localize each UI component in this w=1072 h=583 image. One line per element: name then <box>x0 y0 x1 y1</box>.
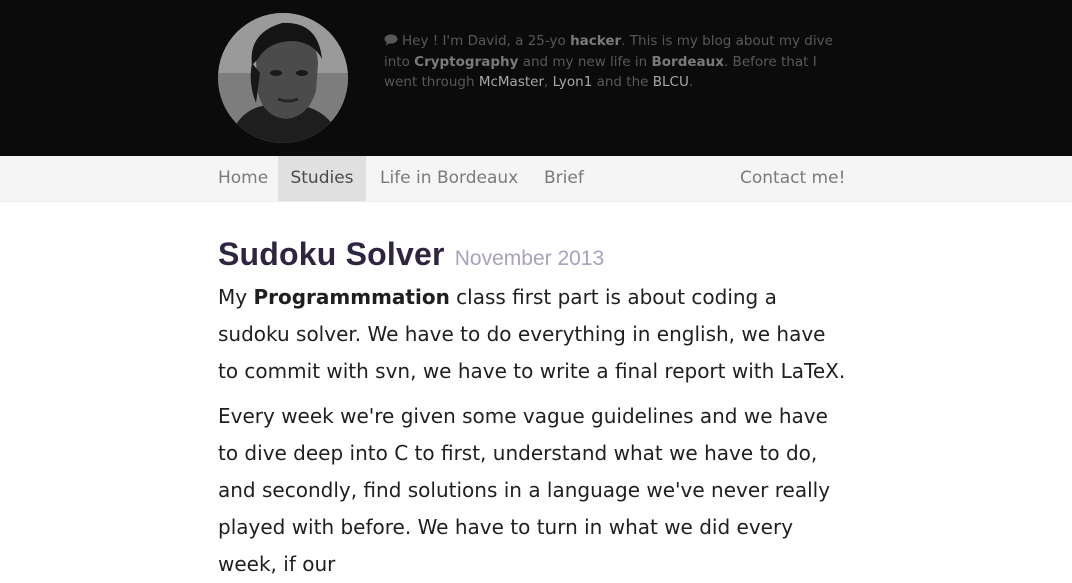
bio-text: and my new life in <box>518 53 652 70</box>
nav-studies[interactable]: Studies <box>278 156 366 201</box>
mcmaster-link[interactable]: McMaster <box>479 74 544 90</box>
chat-bubble-icon <box>384 34 398 46</box>
bio-text: . <box>688 74 694 90</box>
post-paragraph: Every week we're given some vague guidel… <box>218 404 831 576</box>
nav-contact[interactable]: Contact me! <box>740 156 845 201</box>
bio-text: and the <box>592 74 653 90</box>
avatar-photo <box>218 13 348 143</box>
main-nav: Home Studies Life in Bordeaux Brief Cont… <box>0 156 1072 202</box>
bio-text: , <box>544 74 553 90</box>
post-header: Sudoku Solver November 2013 <box>218 236 848 273</box>
post-date: November 2013 <box>454 247 605 270</box>
paragraph-text: My <box>218 285 254 309</box>
lyon1-link[interactable]: Lyon1 <box>553 74 593 90</box>
bio-intro: Hey ! I'm David, a 25-yo <box>402 33 571 49</box>
bio-hacker: hacker <box>570 33 622 49</box>
nav-life-in-bordeaux[interactable]: Life in Bordeaux <box>380 156 518 201</box>
post-paragraph: My Programmmation class first part is ab… <box>218 279 848 390</box>
nav-brief[interactable]: Brief <box>544 156 584 201</box>
site-header: Hey ! I'm David, a 25-yo hacker. This is… <box>0 0 1072 156</box>
bio-cryptography: Cryptography <box>414 53 519 70</box>
header-bio: Hey ! I'm David, a 25-yo hacker. This is… <box>384 31 854 93</box>
post-content: Sudoku Solver November 2013 My Programmm… <box>218 236 848 583</box>
blcu-link[interactable]: BLCU <box>653 74 689 90</box>
bio-bordeaux: Bordeaux <box>651 53 724 70</box>
programmation-bold: Programmmation <box>253 285 450 309</box>
avatar <box>218 13 348 143</box>
post-title: Sudoku Solver <box>218 236 445 272</box>
nav-home[interactable]: Home <box>218 156 268 201</box>
